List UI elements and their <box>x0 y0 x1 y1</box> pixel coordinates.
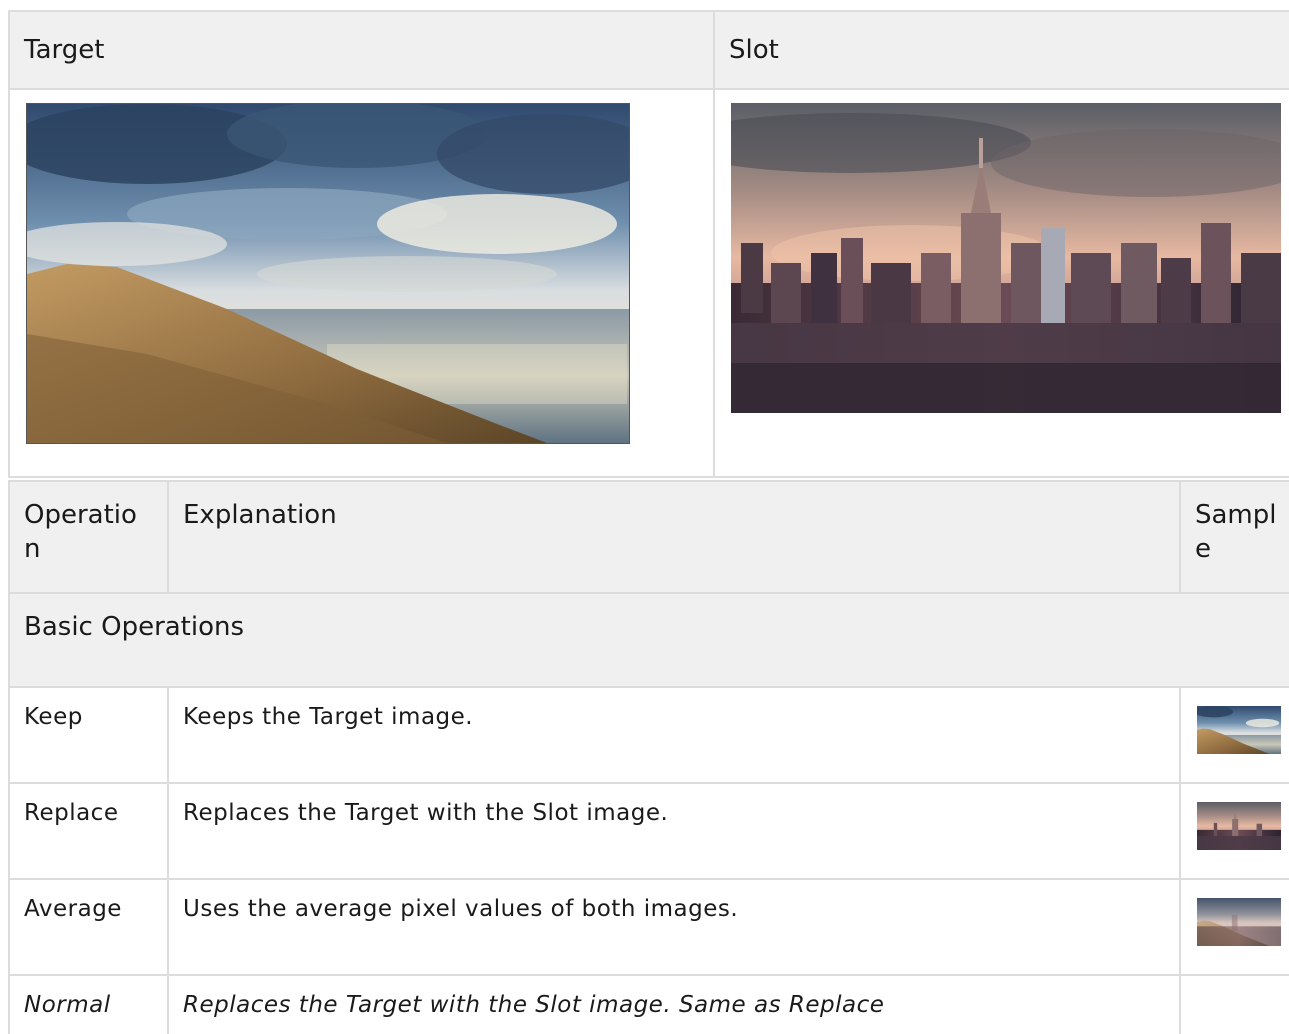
sample-cell <box>1179 686 1289 784</box>
explanation-cell: Keeps the Target image. <box>167 686 1181 784</box>
operation-cell: Replace <box>8 782 169 880</box>
sample-header: Sample <box>1179 480 1289 594</box>
operation-cell: Average <box>8 878 169 976</box>
sample-thumbnail-slot <box>1197 802 1281 850</box>
operation-cell: Keep <box>8 686 169 784</box>
target-image-graphic <box>27 104 629 443</box>
table-row: Average Uses the average pixel values of… <box>8 878 1289 976</box>
table-row: Replace Replaces the Target with the Slo… <box>8 782 1289 880</box>
explanation-cell: Uses the average pixel values of both im… <box>167 878 1181 976</box>
sample-thumbnail-target <box>1197 706 1281 754</box>
sample-thumbnail-average <box>1197 898 1281 946</box>
operation-cell: Normal <box>8 974 169 1034</box>
explanation-cell: Replaces the Target with the Slot image. <box>167 782 1181 880</box>
document-page: Target Slot Operation Explanation Sample… <box>0 0 1289 1034</box>
operation-header: Operation <box>8 480 169 594</box>
sample-cell <box>1179 878 1289 976</box>
operations-table: Operation Explanation Sample Basic Opera… <box>8 480 1289 1034</box>
section-row: Basic Operations <box>8 592 1289 688</box>
target-header: Target <box>8 10 715 90</box>
table-row: Keep Keeps the Target image. <box>8 686 1289 784</box>
sample-cell <box>1179 782 1289 880</box>
slot-header: Slot <box>713 10 1289 90</box>
sample-cell <box>1179 974 1289 1034</box>
table-row: Normal Replaces the Target with the Slot… <box>8 974 1289 1034</box>
target-slot-table: Target Slot <box>8 10 1289 478</box>
target-image-cell <box>8 88 715 478</box>
slot-image-graphic <box>731 103 1281 413</box>
slot-image <box>731 103 1281 413</box>
target-image <box>26 103 630 444</box>
slot-image-cell <box>713 88 1289 478</box>
explanation-header: Explanation <box>167 480 1181 594</box>
explanation-cell: Replaces the Target with the Slot image.… <box>167 974 1181 1034</box>
section-title: Basic Operations <box>8 592 1289 688</box>
